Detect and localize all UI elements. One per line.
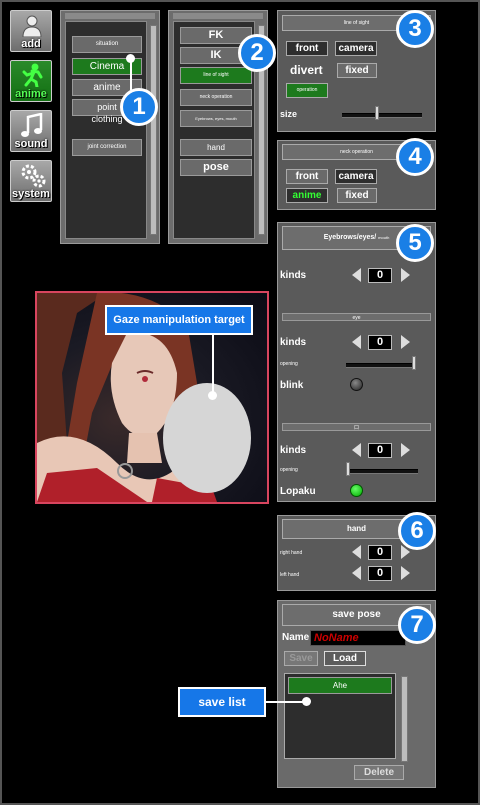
badge-3: 3	[396, 10, 434, 48]
badge-4: 4	[396, 138, 434, 176]
add-label: add	[21, 38, 41, 50]
name-label: Name	[282, 632, 310, 643]
anime-button[interactable]: anime	[10, 60, 52, 102]
system-button[interactable]: system	[10, 160, 52, 202]
brow-next-arrow-icon[interactable]	[401, 268, 410, 282]
right-hand-prev-arrow-icon[interactable]	[352, 545, 361, 559]
list-item-neck-operation[interactable]: neck operation	[180, 89, 252, 106]
gaze-camera-button[interactable]: camera	[335, 41, 377, 56]
eye-kinds-value: 0	[368, 335, 392, 350]
gaze-operation-button[interactable]: operation	[286, 83, 328, 98]
load-button[interactable]: Load	[324, 651, 366, 666]
blink-toggle[interactable]	[350, 378, 363, 391]
sound-label: sound	[14, 138, 48, 150]
eye-opening-slider-thumb[interactable]	[412, 356, 416, 370]
left-hand-label: left hand	[280, 572, 300, 578]
gaze-callout-dot	[208, 391, 217, 400]
lipsync-toggle[interactable]	[350, 484, 363, 497]
panel-topbar	[173, 13, 263, 19]
save-list: Ahe	[284, 673, 396, 759]
system-label: system	[12, 188, 50, 200]
right-hand-label: right hand	[280, 550, 303, 556]
mouth-kinds-label: kinds	[280, 445, 307, 456]
list-item-line-of-sight[interactable]: line of sight	[180, 67, 252, 84]
eye-section-title: eye	[352, 315, 361, 321]
face-panel-title-main: Eyebrows/eyes/	[323, 234, 377, 241]
badge-6: 6	[398, 512, 436, 550]
mouth-opening-label: opening	[280, 467, 298, 473]
face-panel-title-suffix: mouth	[378, 235, 390, 240]
list-item-joint-correction[interactable]: joint correction	[72, 139, 142, 156]
face-panel: Eyebrows/eyes/ mouth kinds 0 eye kinds 0…	[277, 222, 436, 502]
save-button[interactable]: Save	[284, 651, 318, 666]
save-list-item[interactable]: Ahe	[288, 677, 392, 694]
badge-1: 1	[120, 88, 158, 126]
eye-next-arrow-icon[interactable]	[401, 335, 410, 349]
gaze-fixed-button[interactable]: fixed	[337, 63, 377, 78]
list-item-face[interactable]: Eyebrows, eyes, mouth	[180, 110, 252, 127]
gaze-size-label: size	[280, 109, 298, 119]
save-list-scrollbar[interactable]	[401, 676, 408, 762]
pose-name-input[interactable]: NoName	[310, 630, 406, 646]
right-hand-value: 0	[368, 545, 392, 560]
lipsync-label: Lopaku	[280, 486, 316, 497]
anime-label: anime	[15, 88, 47, 100]
mouth-kinds-value: 0	[368, 443, 392, 458]
left-hand-prev-arrow-icon[interactable]	[352, 566, 361, 580]
list-item-situation[interactable]: situation	[72, 36, 142, 53]
delete-button[interactable]: Delete	[354, 765, 404, 780]
brow-kinds-value: 0	[368, 268, 392, 283]
running-figure-icon	[22, 63, 43, 87]
category-list: situation Cinema anime point clothing jo…	[65, 21, 147, 239]
neck-camera-button[interactable]: camera	[335, 169, 377, 184]
badge1-callout-dot	[126, 54, 135, 63]
sound-button[interactable]: sound	[10, 110, 52, 152]
person-icon	[22, 15, 42, 37]
gaze-front-button[interactable]: front	[286, 41, 328, 56]
gears-icon	[21, 164, 46, 188]
save-list-callout-line	[266, 701, 306, 703]
list-scrollbar[interactable]	[150, 25, 157, 235]
mouth-opening-slider[interactable]	[346, 469, 418, 474]
neck-front-button[interactable]: front	[286, 169, 328, 184]
badge-2: 2	[238, 34, 276, 72]
neck-anime-button[interactable]: anime	[286, 188, 328, 203]
category-list-panel: situation Cinema anime point clothing jo…	[60, 10, 160, 244]
left-hand-value: 0	[368, 566, 392, 581]
gaze-target-circle[interactable]	[163, 383, 251, 493]
mouth-next-arrow-icon[interactable]	[401, 443, 410, 457]
mouth-opening-slider-thumb[interactable]	[346, 462, 350, 476]
add-button[interactable]: add	[10, 10, 52, 52]
gaze-size-slider[interactable]	[342, 113, 422, 118]
mouth-section-title: 口	[353, 425, 359, 431]
gaze-divert-button[interactable]: divert	[290, 63, 323, 77]
eye-prev-arrow-icon[interactable]	[352, 335, 361, 349]
brow-kinds-label: kinds	[280, 270, 307, 281]
mouth-prev-arrow-icon[interactable]	[352, 443, 361, 457]
save-list-callout-dot	[302, 697, 311, 706]
eye-kinds-label: kinds	[280, 337, 307, 348]
eye-opening-label: opening	[280, 361, 298, 367]
brow-prev-arrow-icon[interactable]	[352, 268, 361, 282]
list-item-pose[interactable]: pose	[180, 159, 252, 176]
panel-topbar	[65, 13, 155, 19]
music-note-icon	[21, 113, 43, 137]
save-list-callout: save list	[178, 687, 266, 717]
badge-7: 7	[398, 606, 436, 644]
list-item-hand[interactable]: hand	[180, 139, 252, 156]
neck-fixed-button[interactable]: fixed	[337, 188, 377, 203]
blink-label: blink	[280, 380, 304, 391]
gaze-target-callout: Gaze manipulation target	[105, 305, 253, 335]
gaze-size-slider-thumb[interactable]	[375, 106, 379, 120]
eye-opening-slider[interactable]	[346, 363, 416, 368]
badge-5: 5	[396, 224, 434, 262]
left-hand-next-arrow-icon[interactable]	[401, 566, 410, 580]
gaze-callout-line	[212, 335, 214, 395]
